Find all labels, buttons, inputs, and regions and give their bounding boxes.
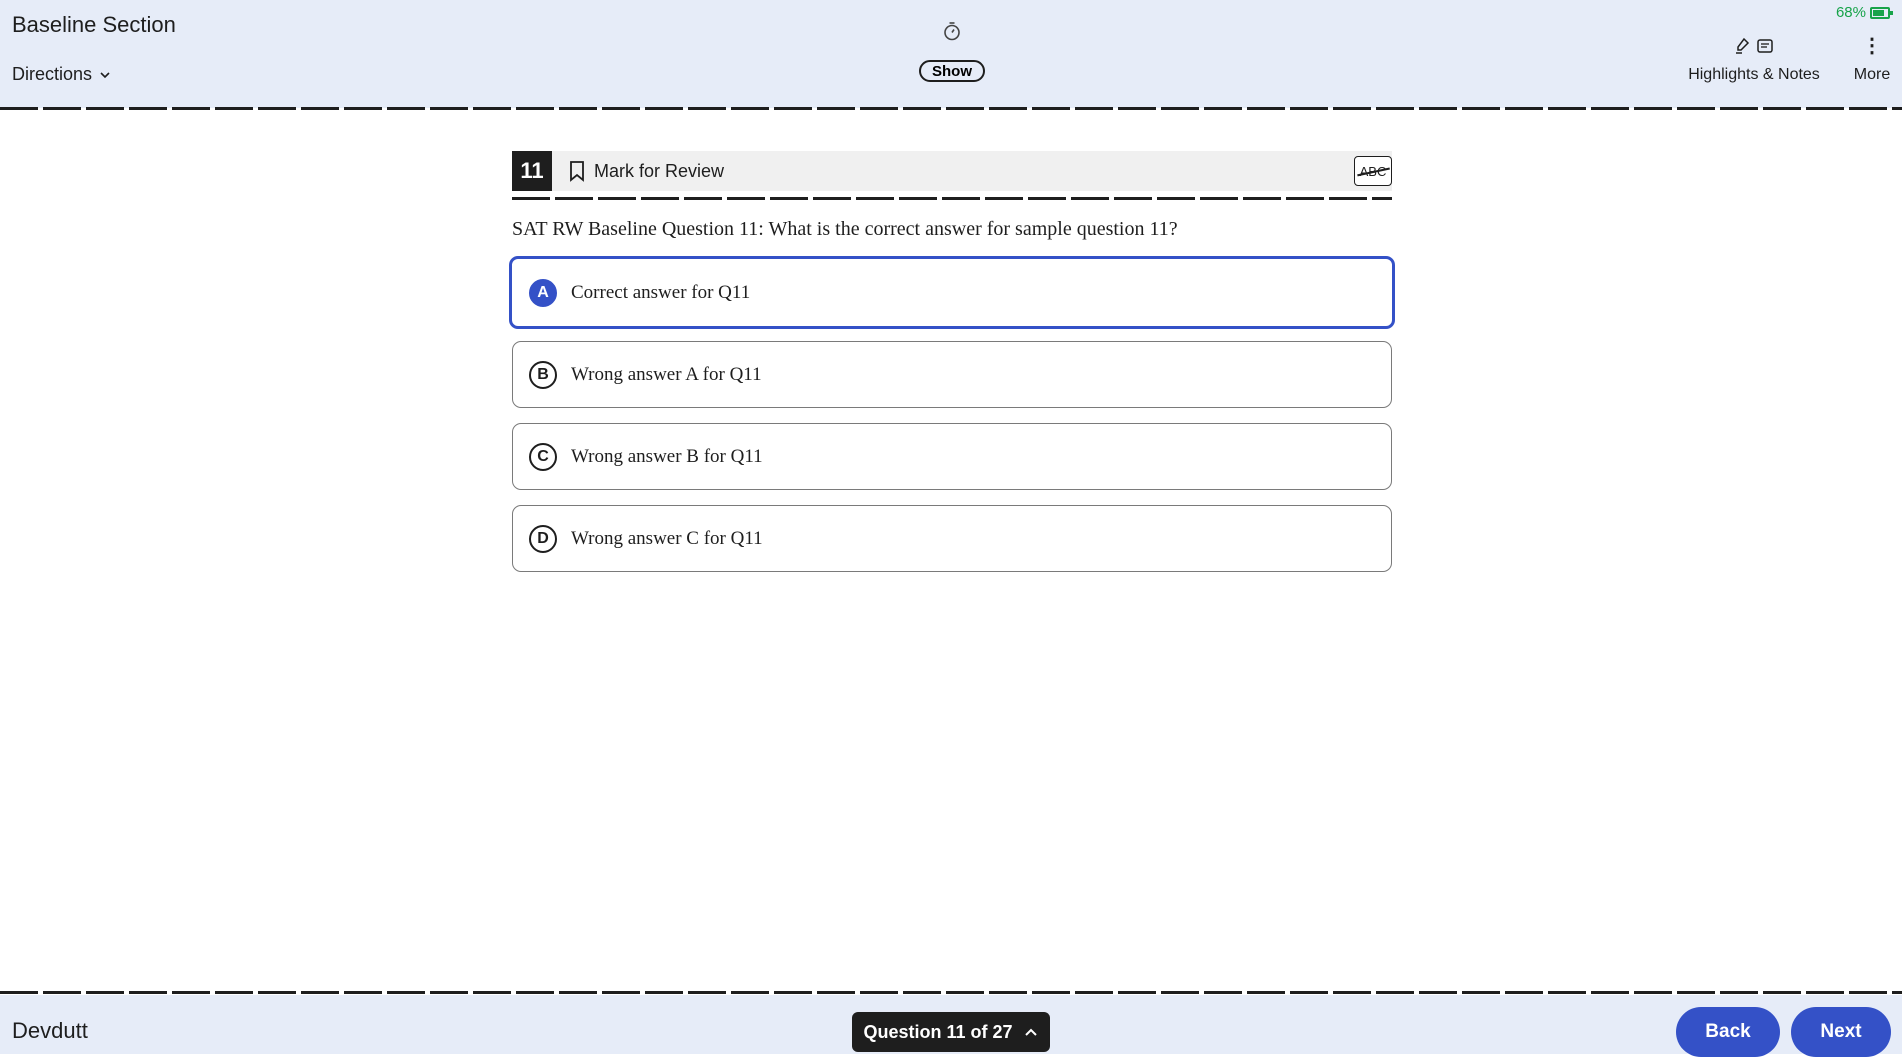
highlighter-icon: [1736, 37, 1750, 54]
timer-show-button[interactable]: Show: [919, 60, 985, 82]
more-vertical-icon: ⋮: [1862, 35, 1882, 57]
answer-eliminator-button[interactable]: ABC: [1354, 156, 1392, 186]
notes-icon: [1757, 39, 1773, 53]
chevron-down-icon: [100, 71, 110, 78]
mark-for-review-label: Mark for Review: [594, 160, 725, 181]
mark-for-review-button[interactable]: Mark for Review: [568, 160, 724, 182]
option-text: Wrong answer A for Q11: [571, 363, 762, 385]
directions-dropdown[interactable]: Directions: [12, 64, 112, 85]
option-letter: A: [529, 278, 557, 307]
option-letter: D: [529, 524, 557, 553]
battery-icon: [1870, 6, 1893, 19]
directions-label: Directions: [12, 64, 93, 84]
highlights-notes-button[interactable]: Highlights & Notes: [1684, 36, 1824, 84]
back-button[interactable]: Back: [1676, 1007, 1780, 1057]
more-label: More: [1853, 66, 1891, 83]
next-button[interactable]: Next: [1791, 1007, 1891, 1057]
option-text: Correct answer for Q11: [571, 281, 751, 303]
answer-option-b[interactable]: B Wrong answer A for Q11: [512, 341, 1392, 408]
highlights-notes-label: Highlights & Notes: [1688, 66, 1820, 83]
header-divider: [0, 107, 1902, 110]
battery-fill: [1873, 9, 1884, 16]
header-bar: Baseline Section Directions Show 68% Hig…: [0, 0, 1902, 108]
question-divider: [512, 197, 1392, 200]
option-letter: B: [529, 360, 557, 389]
question-toolbar: 11 Mark for Review ABC: [512, 151, 1392, 191]
question-number: 11: [512, 151, 552, 191]
battery-indicator: 68%: [1835, 4, 1893, 21]
option-text: Wrong answer B for Q11: [571, 445, 763, 467]
eliminator-label: ABC: [1359, 163, 1387, 179]
answer-option-d[interactable]: D Wrong answer C for Q11: [512, 505, 1392, 572]
answer-option-c[interactable]: C Wrong answer B for Q11: [512, 423, 1392, 490]
section-title: Baseline Section: [12, 12, 176, 37]
answer-option-a[interactable]: A Correct answer for Q11: [509, 256, 1395, 329]
battery-percent: 68%: [1835, 4, 1866, 21]
question-navigator-button[interactable]: Question 11 of 27: [852, 1012, 1050, 1052]
more-menu-button[interactable]: ⋮ More: [1850, 36, 1894, 84]
chevron-up-icon: [1024, 1028, 1037, 1036]
question-nav-label: Question 11 of 27: [863, 1021, 1013, 1042]
user-name: Devdutt: [12, 1018, 88, 1043]
option-letter: C: [529, 442, 557, 471]
question-panel: 11 Mark for Review ABC SAT RW Baseline Q…: [509, 151, 1395, 587]
option-text: Wrong answer C for Q11: [571, 527, 763, 549]
question-text: SAT RW Baseline Question 11: What is the…: [512, 218, 1178, 240]
answer-options: A Correct answer for Q11 B Wrong answer …: [509, 256, 1395, 572]
stopwatch-icon: [944, 22, 960, 41]
footer-divider: [0, 991, 1902, 994]
bookmark-icon: [570, 161, 584, 182]
